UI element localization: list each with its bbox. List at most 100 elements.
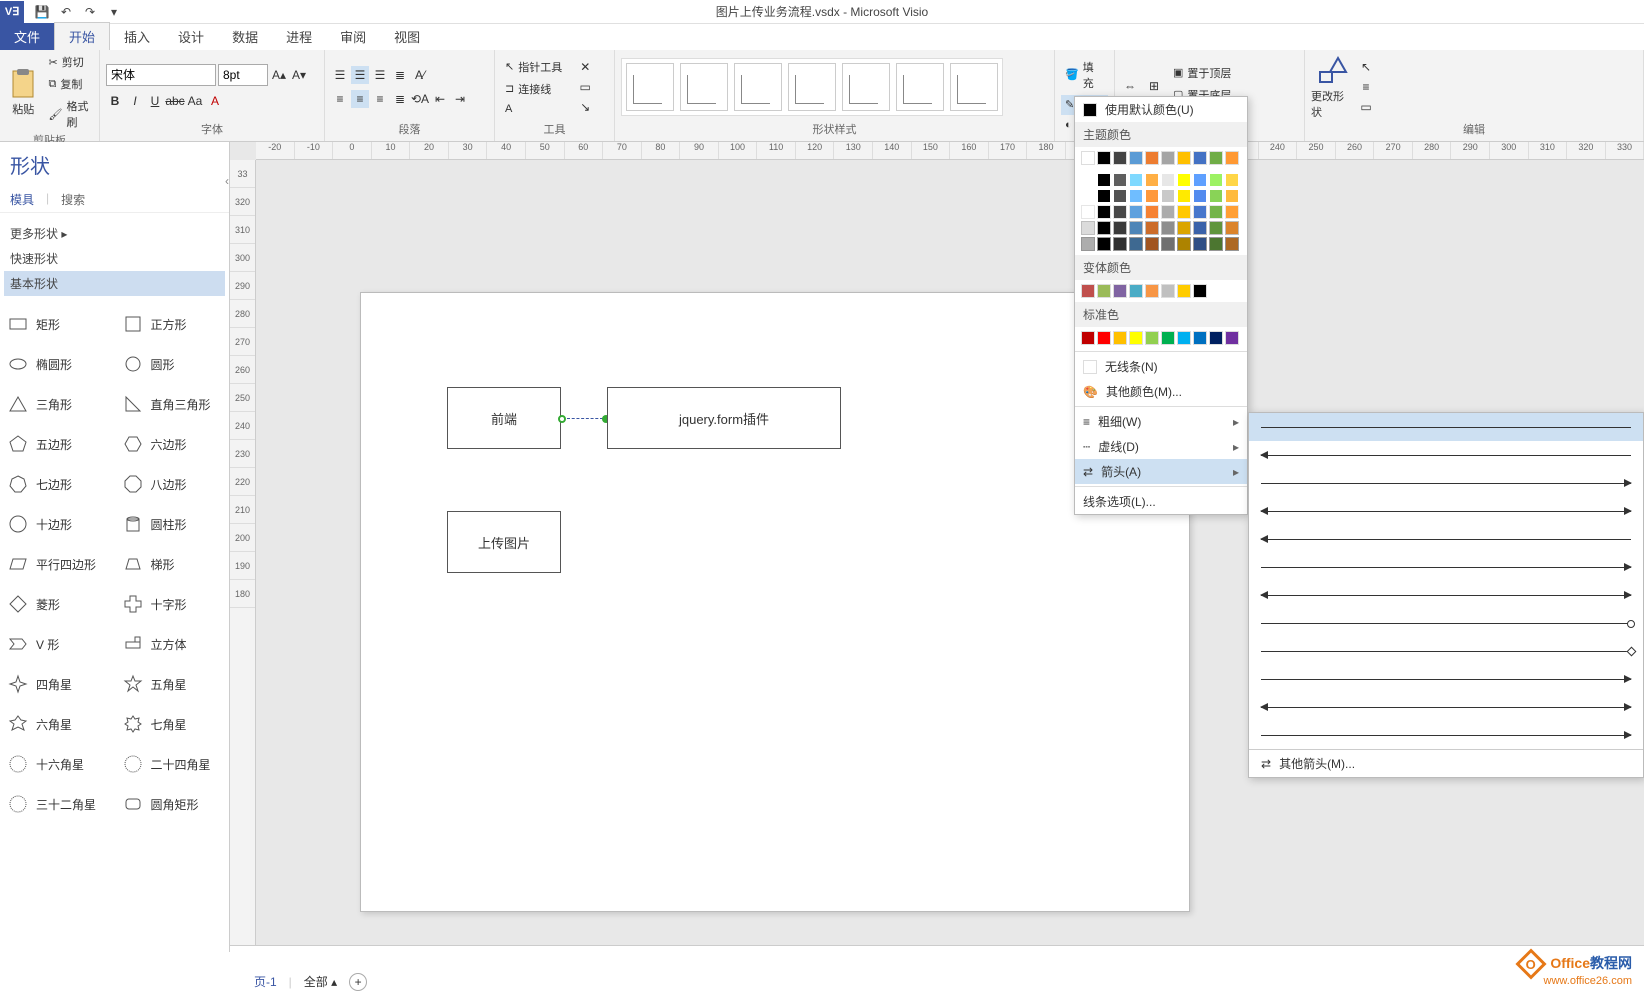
color-swatch[interactable] (1193, 205, 1207, 219)
color-swatch[interactable] (1129, 151, 1143, 165)
more-arrows-item[interactable]: ⇄其他箭头(M)... (1249, 749, 1643, 777)
arrow-style-dot-left-arrow-right[interactable] (1249, 721, 1643, 749)
color-swatch[interactable] (1129, 205, 1143, 219)
arrow-style-left[interactable] (1249, 441, 1643, 469)
color-swatch[interactable] (1193, 173, 1207, 187)
dashes-item[interactable]: ┄虚线(D)▸ (1075, 434, 1247, 459)
pointer-tool-button[interactable]: ↖指针工具 (501, 57, 566, 77)
color-swatch[interactable] (1113, 221, 1127, 235)
shape-frontend[interactable]: 前端 (447, 387, 561, 449)
shape-stencil-item[interactable]: 圆角矩形 (115, 784, 230, 824)
style-swatch[interactable] (842, 63, 890, 111)
color-swatch[interactable] (1177, 284, 1191, 298)
tab-process[interactable]: 进程 (272, 23, 326, 50)
format-painter-button[interactable]: 🖌格式刷 (45, 96, 93, 132)
arrow-style-dot-right[interactable] (1249, 609, 1643, 637)
color-swatch[interactable] (1145, 173, 1159, 187)
grow-font-icon[interactable]: A▴ (270, 66, 288, 84)
text-direction-icon[interactable]: ⟲A (411, 90, 429, 108)
color-swatch[interactable] (1129, 331, 1143, 345)
style-swatch[interactable] (896, 63, 944, 111)
color-swatch[interactable] (1097, 237, 1111, 251)
shape-stencil-item[interactable]: 正方形 (115, 304, 230, 344)
connector-sub-icon[interactable]: ↘ (576, 98, 594, 116)
indent-right-icon[interactable]: ⇥ (451, 90, 469, 108)
arrow-style-right-thin[interactable] (1249, 553, 1643, 581)
style-swatch[interactable] (950, 63, 998, 111)
shape-stencil-item[interactable]: V 形 (0, 624, 115, 664)
clear-format-icon[interactable]: A⁄ (411, 66, 429, 84)
color-swatch[interactable] (1193, 221, 1207, 235)
align-right-icon[interactable]: ≡ (371, 90, 389, 108)
color-swatch[interactable] (1193, 284, 1207, 298)
color-swatch[interactable] (1177, 189, 1191, 203)
shape-stencil-item[interactable]: 三角形 (0, 384, 115, 424)
color-swatch[interactable] (1145, 284, 1159, 298)
color-swatch[interactable] (1161, 173, 1175, 187)
shape-stencil-item[interactable]: 梯形 (115, 544, 230, 584)
shape-upload-image[interactable]: 上传图片 (447, 511, 561, 573)
shape-stencil-item[interactable]: 椭圆形 (0, 344, 115, 384)
color-swatch[interactable] (1225, 237, 1239, 251)
color-swatch[interactable] (1097, 221, 1111, 235)
color-swatch[interactable] (1129, 284, 1143, 298)
arrow-style-both[interactable] (1249, 497, 1643, 525)
all-pages-dropdown[interactable]: 全部 ▴ (304, 973, 337, 990)
indent-left-icon[interactable]: ⇤ (431, 90, 449, 108)
drawing-page[interactable]: 前端 jquery.form插件 上传图片 (360, 292, 1190, 912)
layers-icon[interactable]: ≡ (1357, 78, 1375, 96)
color-swatch[interactable] (1177, 331, 1191, 345)
color-swatch[interactable] (1145, 221, 1159, 235)
align-center-icon[interactable]: ≡ (351, 90, 369, 108)
page-tab-1[interactable]: 页-1 (254, 973, 277, 990)
tab-file[interactable]: 文件 (0, 23, 54, 50)
shape-stencil-item[interactable]: 八边形 (115, 464, 230, 504)
color-swatch[interactable] (1177, 237, 1191, 251)
color-swatch[interactable] (1209, 173, 1223, 187)
fill-button[interactable]: 🪣填充 (1061, 57, 1108, 93)
tab-data[interactable]: 数据 (218, 23, 272, 50)
shape-stencil-item[interactable]: 六角星 (0, 704, 115, 744)
color-swatch[interactable] (1193, 331, 1207, 345)
style-swatch[interactable] (680, 63, 728, 111)
color-swatch[interactable] (1097, 284, 1111, 298)
shape-stencil-item[interactable]: 二十四角星 (115, 744, 230, 784)
color-swatch[interactable] (1209, 189, 1223, 203)
align-left-icon[interactable]: ≡ (331, 90, 349, 108)
style-gallery[interactable] (621, 58, 1003, 116)
more-shapes-item[interactable]: 更多形状 ▸ (4, 221, 225, 246)
color-swatch[interactable] (1129, 189, 1143, 203)
no-line-item[interactable]: 无线条(N) (1075, 354, 1247, 379)
cut-button[interactable]: ✂剪切 (45, 52, 93, 72)
color-swatch[interactable] (1113, 237, 1127, 251)
color-swatch[interactable] (1161, 151, 1175, 165)
stencils-tab[interactable]: 模具 (10, 191, 34, 208)
shape-stencil-item[interactable]: 十字形 (115, 584, 230, 624)
color-swatch[interactable] (1225, 221, 1239, 235)
shape-stencil-item[interactable]: 平行四边形 (0, 544, 115, 584)
search-tab[interactable]: 搜索 (61, 191, 85, 208)
italic-button[interactable]: I (126, 92, 144, 110)
color-swatch[interactable] (1097, 173, 1111, 187)
rect-tool-icon[interactable]: ▭ (576, 78, 594, 96)
tab-insert[interactable]: 插入 (110, 23, 164, 50)
color-swatch[interactable] (1113, 151, 1127, 165)
color-swatch[interactable] (1081, 237, 1095, 251)
color-swatch[interactable] (1161, 331, 1175, 345)
color-swatch[interactable] (1225, 205, 1239, 219)
align-bottom-icon[interactable]: ☰ (371, 66, 389, 84)
color-swatch[interactable] (1081, 284, 1095, 298)
connector-tool-button[interactable]: ⊐连接线 (501, 79, 566, 99)
arrows-item[interactable]: ⇄箭头(A)▸ (1075, 459, 1247, 484)
color-swatch[interactable] (1225, 173, 1239, 187)
arrow-style-both-heavy[interactable] (1249, 693, 1643, 721)
shrink-font-icon[interactable]: A▾ (290, 66, 308, 84)
color-swatch[interactable] (1225, 331, 1239, 345)
shape-stencil-item[interactable]: 五角星 (115, 664, 230, 704)
color-swatch[interactable] (1129, 173, 1143, 187)
font-size-select[interactable] (218, 64, 268, 86)
quick-shapes-item[interactable]: 快速形状 (4, 246, 225, 271)
color-swatch[interactable] (1145, 189, 1159, 203)
connector-start-handle[interactable] (558, 415, 566, 423)
color-swatch[interactable] (1209, 237, 1223, 251)
